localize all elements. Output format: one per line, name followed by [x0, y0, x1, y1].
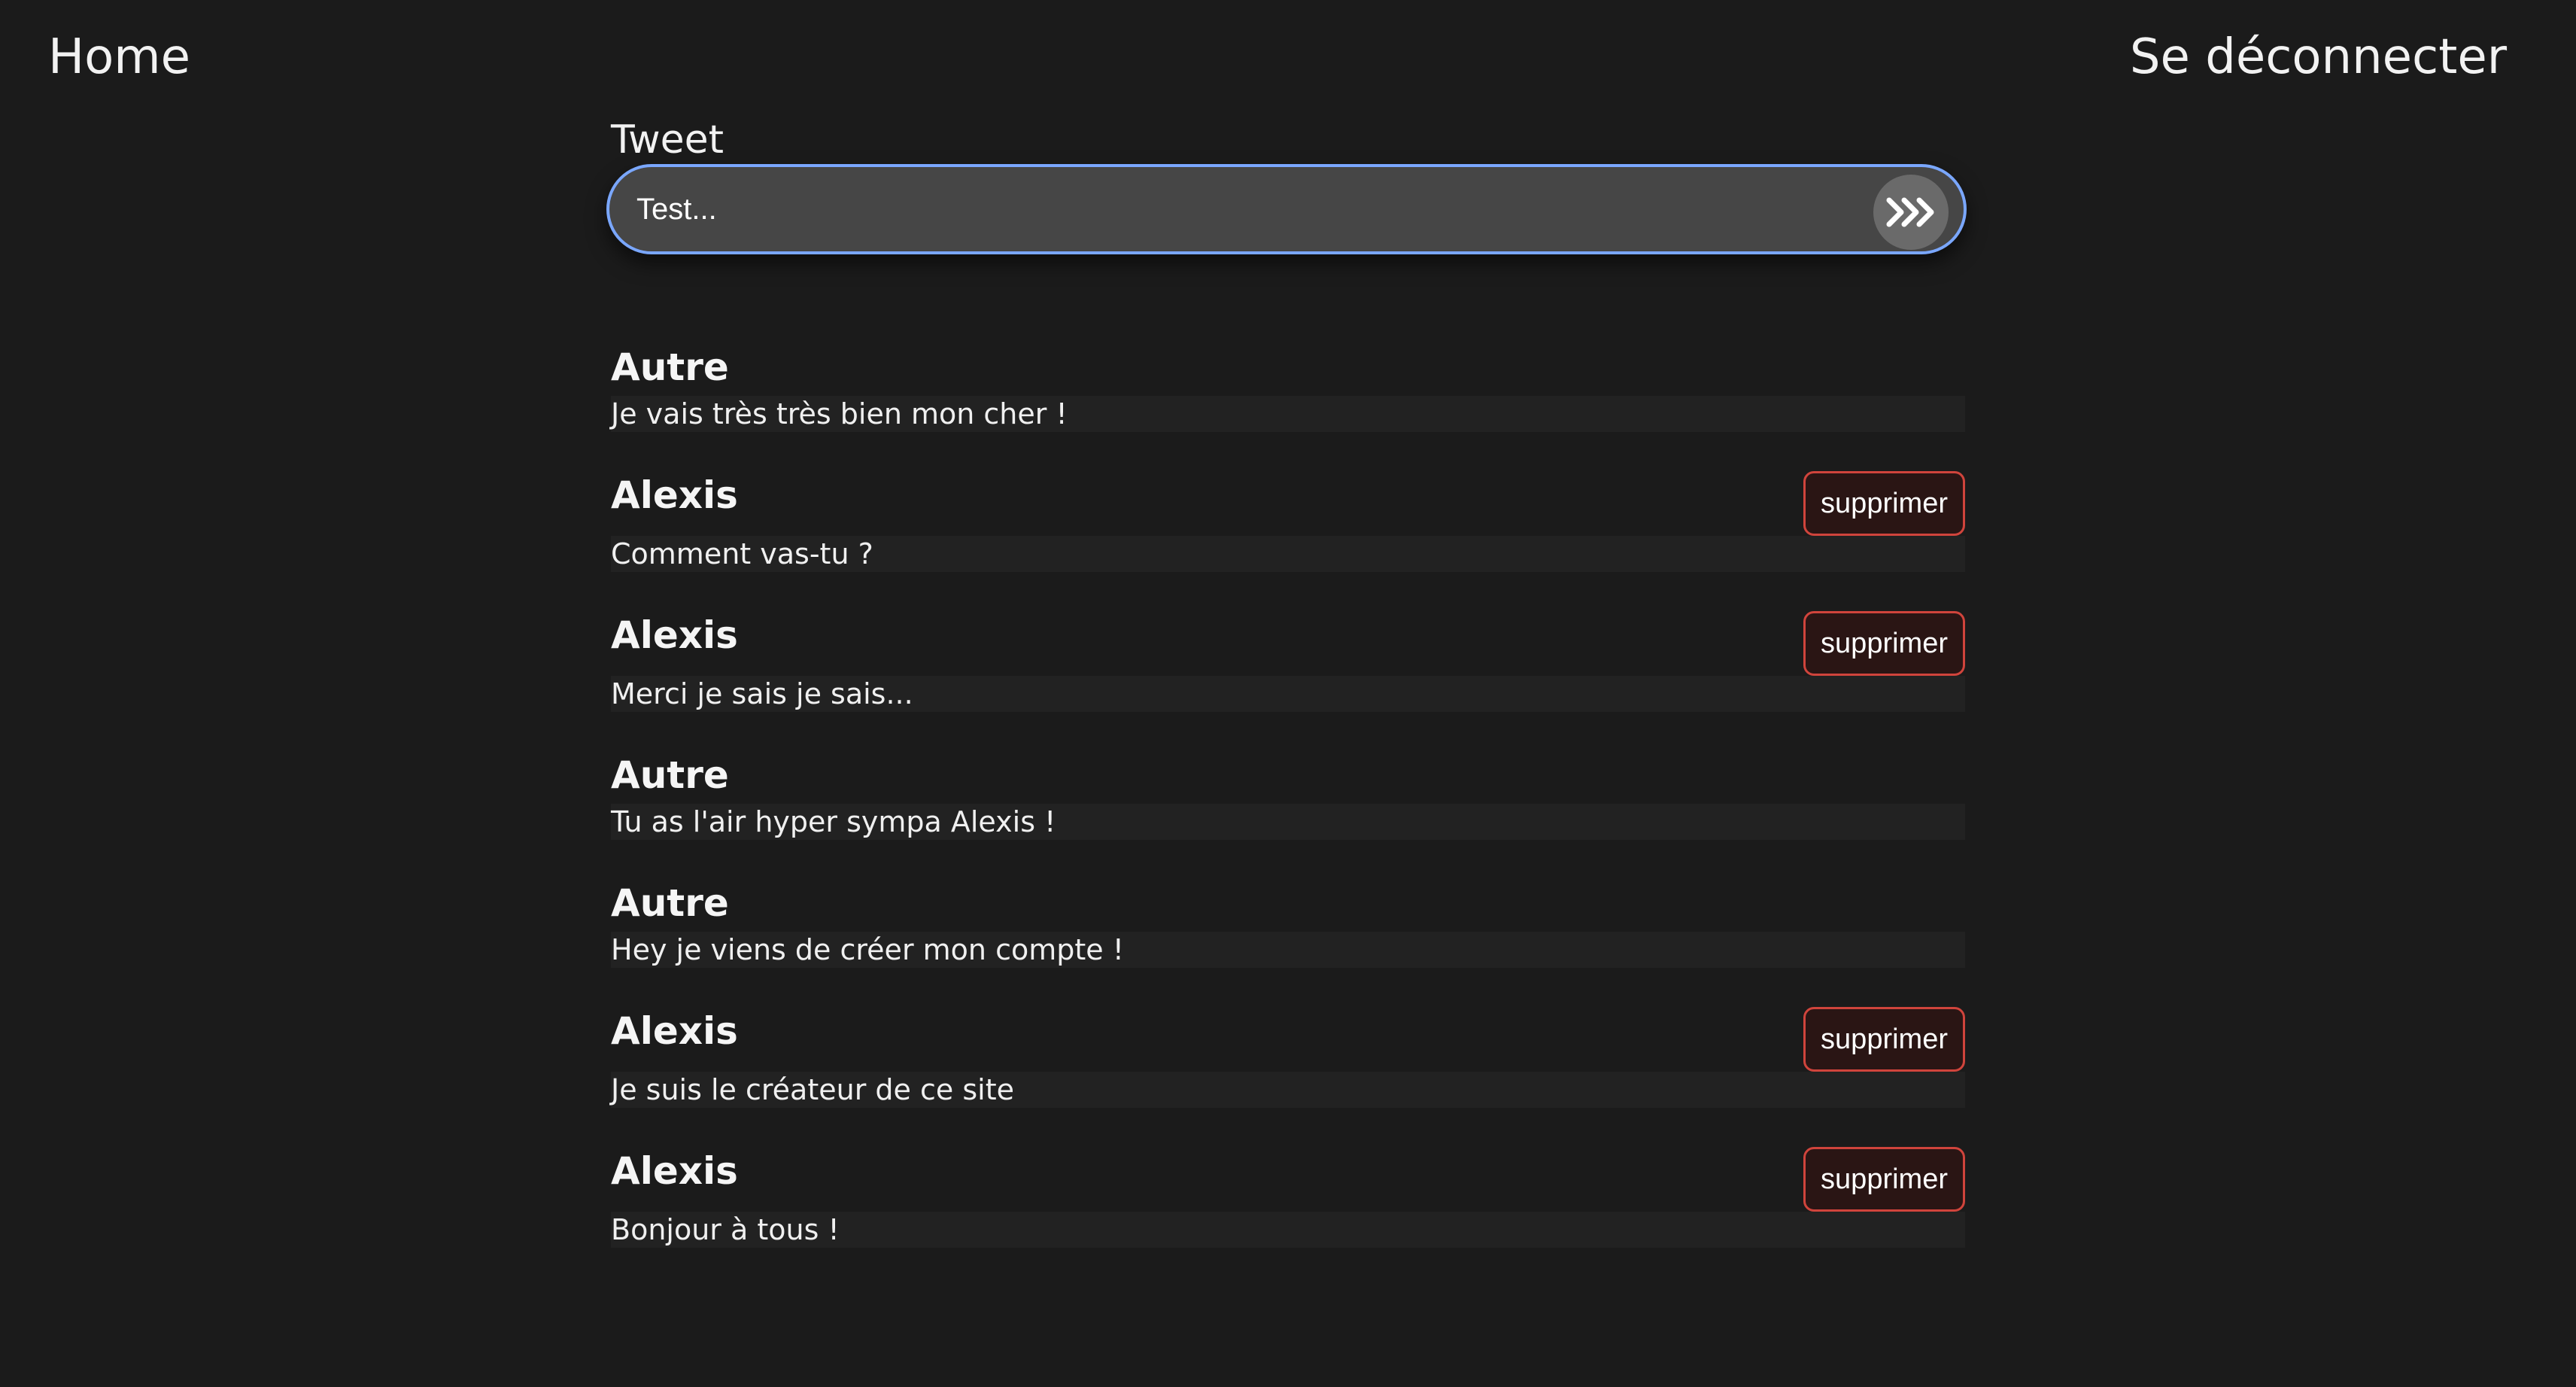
delete-button[interactable]: supprimer	[1803, 1147, 1965, 1212]
post-text: Bonjour à tous !	[611, 1212, 1965, 1248]
triple-chevron-right-icon	[1886, 197, 1934, 227]
delete-button[interactable]: supprimer	[1803, 611, 1965, 676]
tweet-label: Tweet	[611, 117, 724, 163]
tweet-input[interactable]	[636, 182, 1840, 236]
post-text: Tu as l'air hyper sympa Alexis !	[611, 804, 1965, 840]
post-author: Autre	[611, 881, 729, 925]
tweet-composer	[606, 164, 1967, 254]
logout-link[interactable]: Se déconnecter	[2130, 27, 2507, 87]
post-text: Je suis le créateur de ce site	[611, 1072, 1965, 1108]
delete-button[interactable]: supprimer	[1803, 471, 1965, 536]
home-link[interactable]: Home	[48, 27, 190, 87]
delete-button[interactable]: supprimer	[1803, 1007, 1965, 1072]
send-tweet-button[interactable]	[1873, 175, 1949, 250]
post-author: Alexis	[611, 473, 738, 517]
post-author: Autre	[611, 345, 729, 389]
post-text: Hey je viens de créer mon compte !	[611, 932, 1965, 968]
post-text: Je vais très très bien mon cher !	[611, 396, 1965, 432]
post-author: Alexis	[611, 1009, 738, 1053]
post-text: Comment vas-tu ?	[611, 536, 1965, 572]
post-author: Alexis	[611, 1149, 738, 1193]
post-author: Alexis	[611, 613, 738, 657]
post-author: Autre	[611, 753, 729, 797]
post-text: Merci je sais je sais...	[611, 676, 1965, 712]
